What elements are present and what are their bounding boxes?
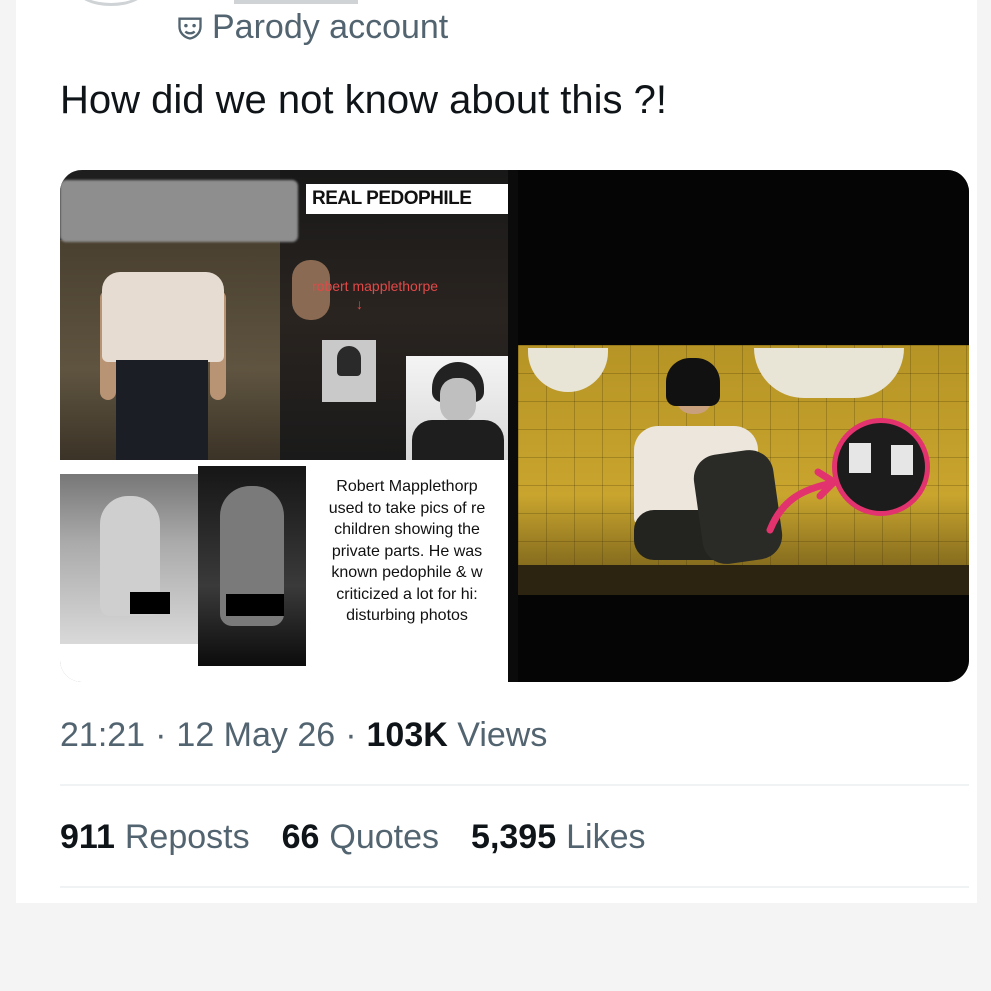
meta-separator: · xyxy=(345,716,357,754)
collage-portrait-jacket xyxy=(412,420,504,460)
divider xyxy=(60,784,969,786)
post-text: How did we not know about this ?! xyxy=(60,78,668,122)
stat-count: 5,395 xyxy=(471,818,557,856)
collage-figure-shirt xyxy=(102,272,224,362)
censor-bar xyxy=(130,592,170,614)
collage-portrait-face xyxy=(440,378,476,422)
media-image-collage[interactable]: REAL PEDOPHILE robert mapplethorpe ↓ Rob… xyxy=(60,170,508,682)
views-label: Views xyxy=(457,716,548,754)
stat-label: Likes xyxy=(566,818,646,856)
censor-bar xyxy=(226,594,284,616)
highlight-circle xyxy=(832,418,930,516)
collage-header-label: REAL PEDOPHILE xyxy=(306,184,508,214)
parody-badge: Parody account xyxy=(176,8,448,47)
stat-count: 911 xyxy=(60,818,115,856)
views-count: 103K xyxy=(366,716,448,754)
display-name-edge xyxy=(234,0,358,4)
stat-reposts[interactable]: 911 Reposts xyxy=(60,818,250,857)
parody-label: Parody account xyxy=(212,8,449,46)
collage-patch-face xyxy=(337,346,361,376)
stat-label: Quotes xyxy=(329,818,440,856)
media-image-video-frame[interactable] xyxy=(518,170,969,682)
post-meta: 21:21 · 12 May 26 · 103K Views xyxy=(60,716,547,755)
stat-label: Reposts xyxy=(124,818,250,856)
highlight-arrow-icon xyxy=(766,468,838,534)
collage-figure-jeans xyxy=(116,360,208,460)
down-arrow-icon: ↓ xyxy=(356,296,363,312)
stat-count: 66 xyxy=(281,818,320,856)
meta-separator: · xyxy=(155,716,167,754)
post-stats: 911 Reposts 66 Quotes 5,395 Likes xyxy=(60,818,646,857)
collage-bottom: Robert Mapplethorp used to take pics of … xyxy=(60,466,508,682)
stat-quotes[interactable]: 66 Quotes xyxy=(282,818,439,857)
frame-person-hair xyxy=(666,358,720,406)
collage-caption: Robert Mapplethorp used to take pics of … xyxy=(328,478,486,624)
frame-floor xyxy=(518,565,969,595)
avatar[interactable] xyxy=(76,0,146,6)
post-date[interactable]: 12 May 26 xyxy=(176,716,335,755)
blurred-header xyxy=(60,180,298,242)
collage-top: REAL PEDOPHILE robert mapplethorpe ↓ xyxy=(60,170,508,460)
circle-patch xyxy=(891,445,913,475)
post-card: Parody account How did we not know about… xyxy=(16,0,977,903)
divider xyxy=(60,886,969,888)
collage-name-label: robert mapplethorpe xyxy=(312,278,439,294)
post-media[interactable]: REAL PEDOPHILE robert mapplethorpe ↓ Rob… xyxy=(60,170,969,682)
parody-mask-icon xyxy=(178,17,202,40)
post-time[interactable]: 21:21 xyxy=(60,716,145,755)
circle-patch xyxy=(849,443,871,473)
stat-likes[interactable]: 5,395 Likes xyxy=(471,818,645,857)
